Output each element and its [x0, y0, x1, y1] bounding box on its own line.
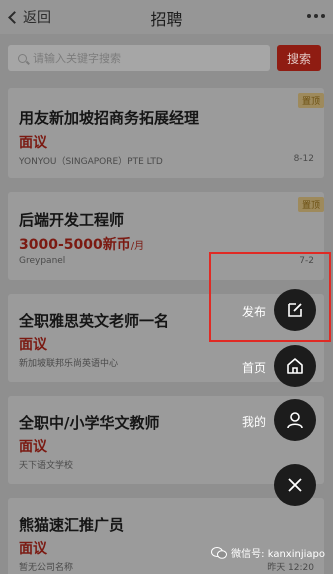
job-title: 全职雅思英文老师一名 — [19, 312, 170, 330]
job-salary: 面议 — [19, 541, 47, 557]
search-button[interactable]: 搜索 — [277, 45, 321, 71]
mine-label: 我的 — [242, 415, 267, 429]
search-placeholder: 请输入关键字搜索 — [33, 52, 121, 65]
home-button[interactable] — [274, 345, 316, 387]
user-button[interactable] — [274, 399, 316, 441]
company-name: 暂无公司名称 — [19, 563, 74, 573]
home-menu-item[interactable]: 首页 — [222, 345, 322, 387]
publish-label: 发布 — [242, 305, 267, 319]
search-icon — [18, 53, 27, 63]
company-name: Greypanel — [19, 256, 66, 266]
job-title: 全职中/小学华文教师 — [19, 414, 160, 432]
close-button[interactable] — [274, 464, 316, 506]
post-date: 8-12 — [293, 154, 314, 164]
job-salary: 面议 — [19, 439, 47, 455]
close-icon — [288, 478, 302, 492]
close-menu-item[interactable] — [222, 464, 322, 506]
job-salary: 面议 — [19, 135, 47, 151]
company-name: YONYOU（SINGAPORE）PTE LTD — [19, 157, 163, 167]
publish-button[interactable] — [274, 289, 316, 331]
watermark-text: 微信号: kanxinjiapo — [231, 549, 325, 560]
post-date: 昨天 12:20 — [267, 563, 314, 573]
job-title: 后端开发工程师 — [19, 211, 125, 229]
page-title: 招聘 — [150, 10, 183, 29]
nav-bar: 返回 招聘 — [0, 0, 333, 34]
pinned-badge: 置顶 — [297, 93, 324, 108]
job-salary: 3000-5000新币/月 — [19, 237, 145, 253]
company-name: 天下语文学校 — [19, 461, 74, 471]
job-title: 熊猫速汇推广员 — [19, 516, 125, 534]
job-salary: 面议 — [19, 337, 47, 353]
home-icon — [287, 358, 303, 374]
home-label: 首页 — [242, 361, 267, 375]
pinned-badge: 置顶 — [297, 197, 324, 212]
mine-menu-item[interactable]: 我的 — [222, 399, 322, 441]
company-name: 新加坡联邦乐尚英语中心 — [19, 359, 119, 369]
edit-icon — [288, 303, 302, 317]
job-title: 用友新加坡招商务拓展经理 — [19, 109, 200, 127]
user-icon — [287, 412, 303, 429]
search-input[interactable]: 请输入关键字搜索 — [8, 45, 270, 71]
publish-menu-item[interactable]: 发布 — [222, 289, 322, 331]
wechat-watermark: 微信号: kanxinjiapo — [211, 545, 325, 560]
job-card[interactable]: 置顶 用友新加坡招商务拓展经理 面议 YONYOU（SINGAPORE）PTE … — [8, 88, 324, 178]
more-dots-icon[interactable] — [307, 14, 325, 18]
wechat-icon — [211, 546, 228, 559]
job-card[interactable]: 熊猫速汇推广员 面议 暂无公司名称 昨天 12:20 — [8, 498, 324, 574]
